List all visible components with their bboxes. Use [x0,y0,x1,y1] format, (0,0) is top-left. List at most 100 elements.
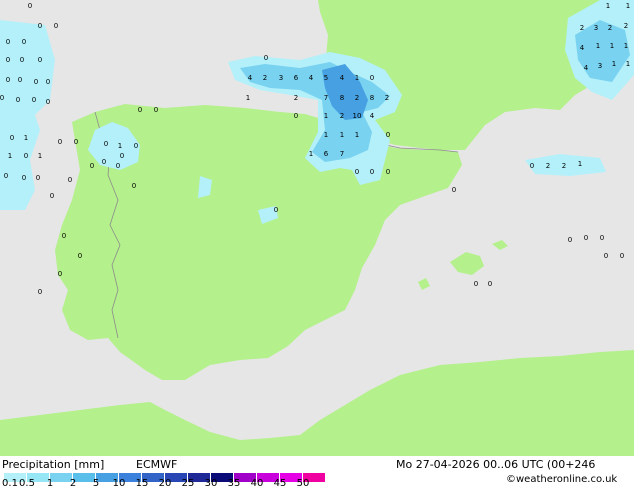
precip-label: 6 [324,150,329,158]
precip-label: 0 [22,38,26,46]
color-scale-tick-label: 0.5 [19,478,35,489]
precip-label: 1 [309,150,313,158]
precip-label: 8 [370,94,374,102]
precip-label: 0 [370,74,374,82]
precip-label: 1 [118,142,122,150]
precip-label: 0 [38,288,42,296]
precip-label: 0 [28,2,32,10]
precip-label: 4 [340,74,345,82]
precip-label: 0 [36,174,40,182]
precip-label: 2 [546,162,550,170]
precip-label: 0 [104,140,108,148]
precip-label: 0 [116,162,120,170]
precip-label: 1 [355,74,359,82]
precip-label: 3 [598,62,602,70]
precip-label: 0 [6,56,10,64]
precip-label: 0 [46,98,50,106]
precip-label: 0 [102,158,106,166]
precip-label: 0 [154,106,158,114]
color-scale-tick-label: 5 [92,478,100,489]
precip-label: 0 [68,176,72,184]
precip-label: 0 [474,280,478,288]
precip-label: 4 [309,74,314,82]
precip-label: 6 [294,74,299,82]
precip-label: 0 [134,142,138,150]
precip-label: 8 [340,94,344,102]
precip-label: 0 [24,152,28,160]
precip-label: 4 [584,64,589,72]
precip-label: 0 [370,168,374,176]
precip-label: 0 [386,168,390,176]
precip-label: 0 [568,236,572,244]
precip-label: 0 [58,270,62,278]
precip-label: 1 [324,131,328,139]
precip-label: 4 [370,112,375,120]
precip-label: 1 [612,60,616,68]
precip-label: 0 [78,252,82,260]
legend-datetime: Mo 27-04-2026 00..06 UTC (00+246 [396,458,596,471]
precip-label: 0 [600,234,604,242]
precip-label: 0 [58,138,62,146]
precip-label: 2 [263,74,267,82]
color-scale-ticks: 0.1 0.5 1 2 5 10 15 20 25 30 35 40 45 50 [0,478,634,490]
precip-label: 1 [340,131,344,139]
precip-label: 0 [452,186,456,194]
precip-label: 0 [0,94,4,102]
precip-label: 0 [62,232,66,240]
precip-label: 1 [606,2,610,10]
precip-label: 1 [355,131,359,139]
precip-label: 0 [4,172,8,180]
precip-label: 2 [385,94,389,102]
precip-label: 0 [10,134,14,142]
precip-label: 7 [340,150,344,158]
color-scale-tick-label: 15 [135,478,149,489]
precip-label: 7 [324,94,328,102]
precip-label: 0 [584,234,588,242]
precip-label: 0 [488,280,492,288]
precip-label: 0 [38,22,42,30]
precip-label: 0 [294,112,298,120]
precip-label: 1 [324,112,328,120]
precip-label: 0 [18,76,22,84]
precip-label: 5 [324,74,328,82]
precip-label: 2 [562,162,566,170]
legend-title: Precipitation [mm] [2,458,105,471]
precip-label: 1 [610,42,614,50]
precip-label: 0 [34,78,38,86]
precip-label: 0 [32,96,36,104]
precip-label: 0 [138,106,142,114]
precip-label: 1 [24,134,28,142]
precip-label: 0 [20,56,24,64]
color-scale-tick-label: 45 [273,478,287,489]
precip-label: 1 [626,2,630,10]
color-scale-tick-label: 1 [46,478,54,489]
precip-label: 0 [274,206,278,214]
precip-label: 0 [132,182,136,190]
precip-label: 2 [340,112,344,120]
precip-label: 0 [264,54,268,62]
precip-label: 2 [608,24,612,32]
precip-label: 3 [279,74,283,82]
color-scale-tick-label: 50 [296,478,310,489]
color-scale-tick-label: 40 [250,478,264,489]
precip-label: 0 [50,192,54,200]
precip-label: 1 [578,160,582,168]
precip-label: 2 [294,94,298,102]
precip-label: 0 [530,162,534,170]
precip-label: 0 [120,152,124,160]
precip-label: 2 [624,22,628,30]
precip-label: 3 [594,24,598,32]
precip-label: 4 [248,74,253,82]
precip-label: 1 [596,42,600,50]
precip-area-central-small [198,176,212,198]
color-scale-tick-label: 2 [69,478,77,489]
precip-label: 0 [54,22,58,30]
precip-label: 0 [38,56,42,64]
precip-label: 0 [74,138,78,146]
precip-label: 10 [353,112,362,120]
precip-label: 0 [604,252,608,260]
precip-label: 2 [355,94,359,102]
precip-label: 0 [386,131,390,139]
color-scale-tick-label: 20 [158,478,172,489]
color-scale-tick-label: 10 [112,478,126,489]
